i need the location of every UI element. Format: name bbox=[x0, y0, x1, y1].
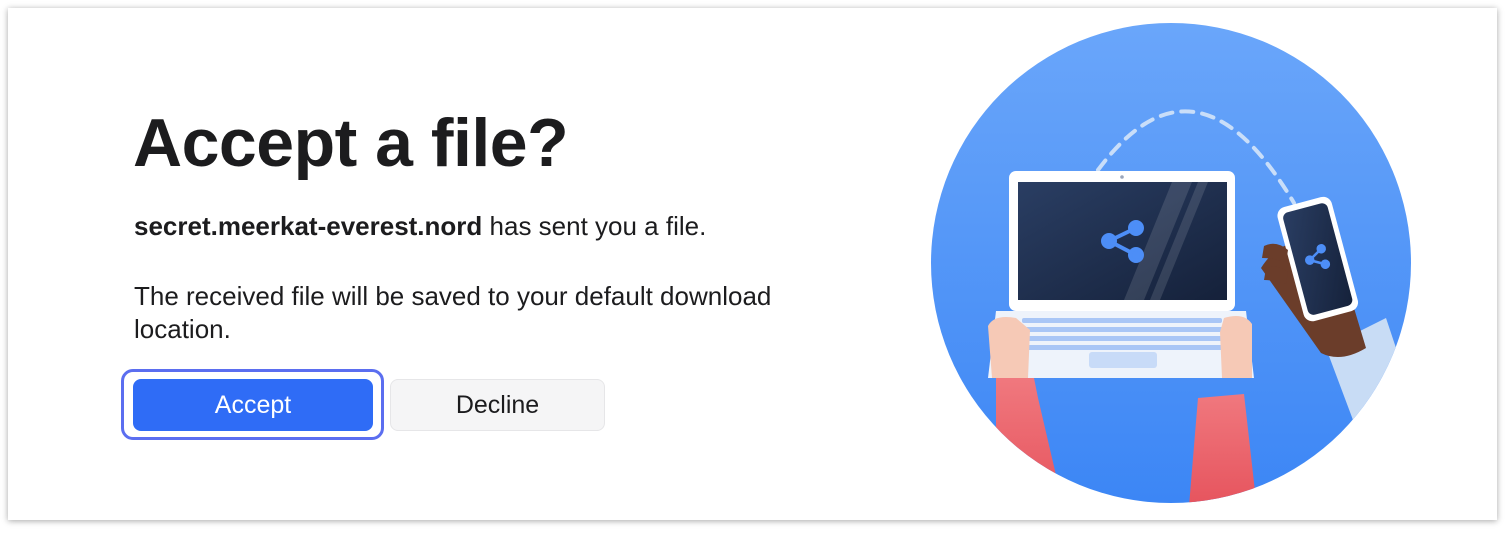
sender-message-suffix: has sent you a file. bbox=[482, 211, 707, 241]
hand-center bbox=[1220, 316, 1252, 378]
decline-button[interactable]: Decline bbox=[390, 379, 605, 431]
sender-message: secret.meerkat-everest.nord has sent you… bbox=[134, 211, 706, 242]
file-sharing-illustration bbox=[931, 23, 1411, 503]
save-location-note: The received file will be saved to your … bbox=[134, 281, 772, 344]
accept-button[interactable]: Accept bbox=[133, 379, 373, 431]
laptop-trackpad bbox=[1089, 352, 1157, 368]
hand-left bbox=[988, 317, 1030, 378]
sender-name: secret.meerkat-everest.nord bbox=[134, 211, 483, 241]
file-accept-dialog: Accept a file? secret.meerkat-everest.no… bbox=[8, 8, 1497, 520]
dialog-title: Accept a file? bbox=[133, 105, 569, 181]
